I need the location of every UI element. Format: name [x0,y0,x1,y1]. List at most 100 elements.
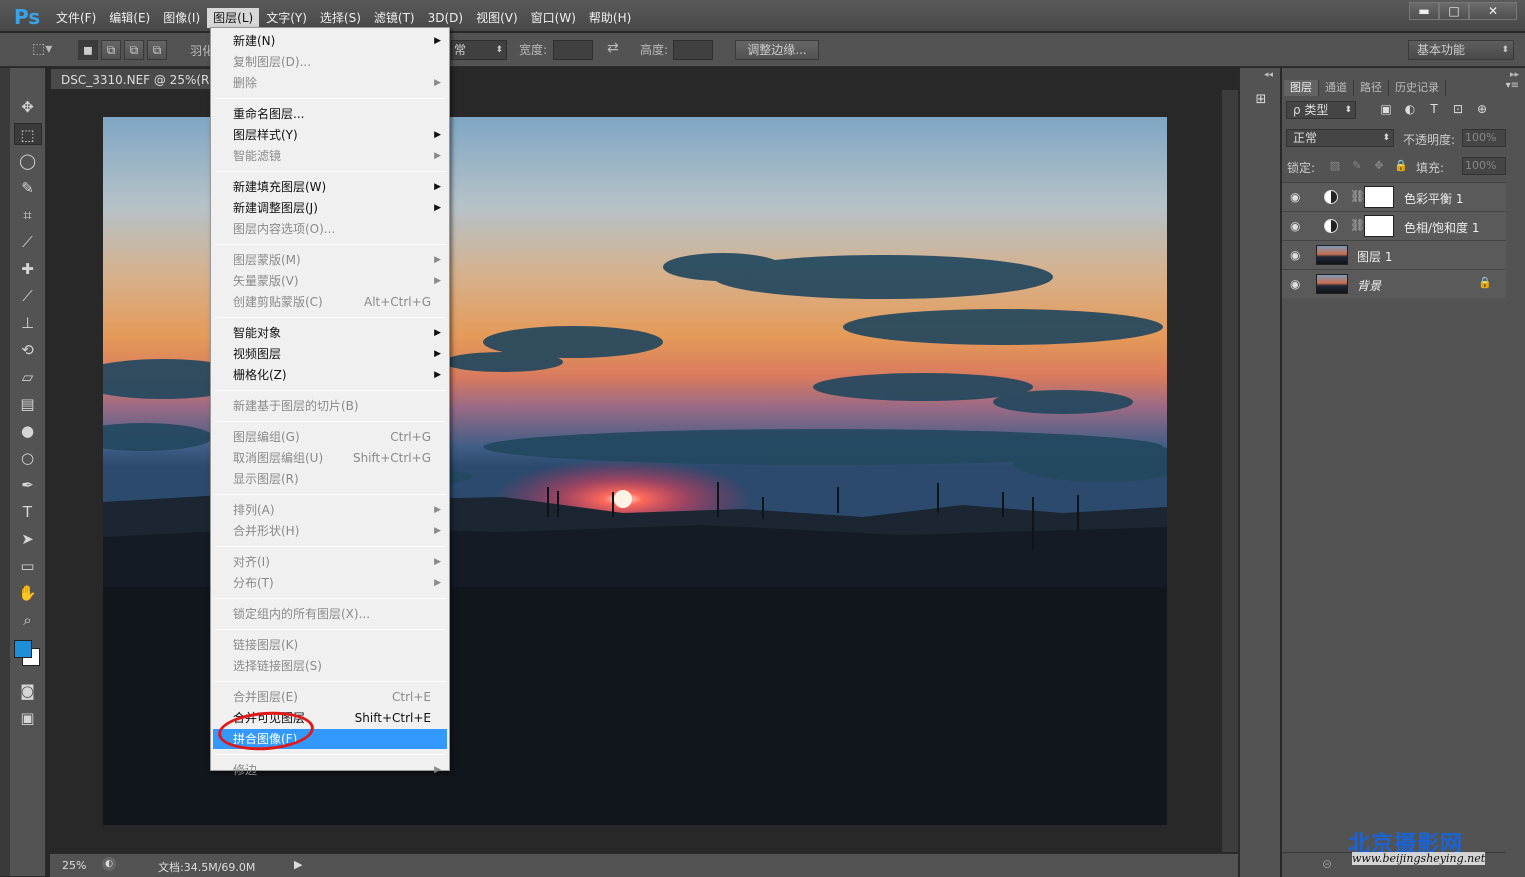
menu-item[interactable]: 显示图层(R) [213,469,447,489]
menu-item[interactable]: 图层蒙版(M) ▶ [213,250,447,270]
width-input[interactable] [553,40,593,60]
menu-item[interactable]: 合并形状(H) ▶ [213,521,447,541]
eraser-tool-icon[interactable]: ▱ [14,366,42,388]
visibility-eye-icon[interactable]: ◉ [1290,277,1304,291]
dodge-tool-icon[interactable]: ○ [14,447,42,469]
opacity-input[interactable]: 100% [1462,129,1506,147]
height-input[interactable] [673,40,713,60]
menu-item[interactable]: 删除 ▶ [213,73,447,93]
refine-edge-button[interactable]: 调整边缘... [735,40,819,60]
lasso-tool-icon[interactable]: ◯ [14,150,42,172]
layer-row[interactable]: ◉ 背景 🔒 [1282,269,1506,298]
smart-object-filter-icon[interactable]: ⊕ [1470,102,1494,116]
add-selection-icon[interactable]: ⧉ [101,40,121,60]
fill-input[interactable]: 100% [1462,157,1506,175]
menu-item[interactable]: 取消图层编组(U) Shift+Ctrl+G [213,448,447,468]
workspace-select[interactable]: 基本功能 ⬍ [1408,40,1514,60]
menu-item[interactable]: 排列(A) ▶ [213,500,447,520]
lock-all-icon[interactable]: 🔒 [1390,159,1412,172]
style-select[interactable]: 常 ⬍ [451,40,507,60]
filter-kind-select[interactable]: ρ 类型 ⬍ [1286,101,1356,119]
menu-item[interactable]: 复制图层(D)... [213,52,447,72]
layer-row[interactable]: ◉ 图层 1 [1282,240,1506,269]
menu-3[interactable]: 图层(L) [207,8,260,28]
gradient-tool-icon[interactable]: ▤ [14,393,42,415]
menu-item[interactable]: 图层编组(G) Ctrl+G [213,427,447,447]
menu-4[interactable]: 文字(Y) [260,8,313,28]
adjustment-filter-icon[interactable]: ◐ [1398,102,1422,116]
blend-mode-select[interactable]: 正常 ⬍ [1286,129,1394,147]
rectangle-tool-icon[interactable]: ▭ [14,555,42,577]
menu-9[interactable]: 窗口(W) [525,8,582,28]
eyedropper-tool-icon[interactable]: ⟋ [14,231,42,253]
panel-tab-2[interactable]: 路径 [1354,80,1389,96]
visibility-eye-icon[interactable]: ◉ [1290,219,1304,233]
pixel-filter-icon[interactable]: ▣ [1374,102,1398,116]
menu-6[interactable]: 滤镜(T) [368,8,421,28]
intersect-selection-icon[interactable]: ⧉ [147,40,167,60]
menu-item[interactable]: 新建(N) ▶ [213,31,447,51]
lock-position-icon[interactable]: ✥ [1368,159,1390,172]
menu-0[interactable]: 文件(F) [50,8,102,28]
menu-item[interactable]: 锁定组内的所有图层(X)... [213,604,447,624]
collapse-arrows-icon[interactable]: ◂◂ [1264,70,1273,80]
menu-item[interactable]: 矢量蒙版(V) ▶ [213,271,447,291]
swap-icon[interactable]: ⇄ [607,40,619,56]
type-tool-icon[interactable]: T [14,501,42,523]
minimize-button[interactable]: ▬ [1409,2,1439,20]
menu-item[interactable]: 视频图层 ▶ [213,344,447,364]
menu-7[interactable]: 3D(D) [422,8,469,28]
menu-item[interactable]: 图层内容选项(O)... [213,219,447,239]
menu-item[interactable]: 重命名图层... [213,104,447,124]
expand-arrows-icon[interactable]: ▸▸ [1510,70,1519,80]
marquee-preset-icon[interactable]: ⬚▾ [32,41,52,57]
document-tab[interactable]: DSC_3310.NEF @ 25%(RGB/ [50,68,215,90]
lock-transparent-icon[interactable]: ▨ [1324,159,1346,172]
panel-tab-1[interactable]: 通道 [1319,80,1354,96]
menu-1[interactable]: 编辑(E) [103,8,156,28]
healing-brush-tool-icon[interactable]: ✚ [14,258,42,280]
panel-tab-0[interactable]: 图层 [1284,80,1319,96]
stamp-tool-icon[interactable]: ⊥ [14,312,42,334]
chain-link-icon[interactable]: ⛓ [1350,218,1365,232]
menu-item[interactable]: 栅格化(Z) ▶ [213,365,447,385]
menu-8[interactable]: 视图(V) [470,8,524,28]
type-filter-icon[interactable]: T [1422,102,1446,116]
menu-item[interactable]: 分布(T) ▶ [213,573,447,593]
visibility-eye-icon[interactable]: ◉ [1290,190,1304,204]
menu-item[interactable]: 新建调整图层(J) ▶ [213,198,447,218]
menu-item[interactable]: 选择链接图层(S) [213,656,447,676]
layer-mask-thumbnail[interactable] [1364,215,1394,237]
screen-mode-icon[interactable]: ▣ [14,707,42,729]
foreground-color-swatch[interactable] [14,640,32,658]
layer-row[interactable]: ◉ ⛓ 色彩平衡 1 [1282,182,1506,211]
crop-tool-icon[interactable]: ⌗ [14,204,42,226]
menu-item[interactable]: 智能对象 ▶ [213,323,447,343]
vertical-scrollbar[interactable] [1222,90,1238,852]
menu-item[interactable]: 新建填充图层(W) ▶ [213,177,447,197]
status-menu-arrow-icon[interactable]: ▶ [294,858,302,871]
shape-filter-icon[interactable]: ⊡ [1446,102,1470,116]
menu-item[interactable]: 创建剪贴蒙版(C) Alt+Ctrl+G [213,292,447,312]
move-tool-icon[interactable]: ✥ [14,96,42,118]
pen-tool-icon[interactable]: ✒ [14,474,42,496]
menu-item[interactable]: 合并图层(E) Ctrl+E [213,687,447,707]
brush-tool-icon[interactable]: ⟋ [14,285,42,307]
panel-menu-icon[interactable]: ▾≡ [1506,80,1519,91]
lock-image-icon[interactable]: ✎ [1346,159,1368,172]
panel-tab-3[interactable]: 历史记录 [1389,80,1446,96]
3d-panel-icon[interactable]: ⊞ [1250,92,1272,114]
subtract-selection-icon[interactable]: ⧉ [124,40,144,60]
history-brush-tool-icon[interactable]: ⟲ [14,339,42,361]
layer-row[interactable]: ◉ ⛓ 色相/饱和度 1 [1282,211,1506,240]
hand-tool-icon[interactable]: ✋ [14,582,42,604]
menu-item[interactable]: 新建基于图层的切片(B) [213,396,447,416]
menu-item[interactable]: 链接图层(K) [213,635,447,655]
layer-mask-thumbnail[interactable] [1364,186,1394,208]
restore-button[interactable]: □ [1439,2,1469,20]
menu-item[interactable]: 修边 ▶ [213,760,447,780]
menu-10[interactable]: 帮助(H) [583,8,637,28]
quick-mask-icon[interactable]: ◙ [14,680,42,702]
path-select-tool-icon[interactable]: ➤ [14,528,42,550]
zoom-tool-icon[interactable]: ⌕ [14,609,42,631]
